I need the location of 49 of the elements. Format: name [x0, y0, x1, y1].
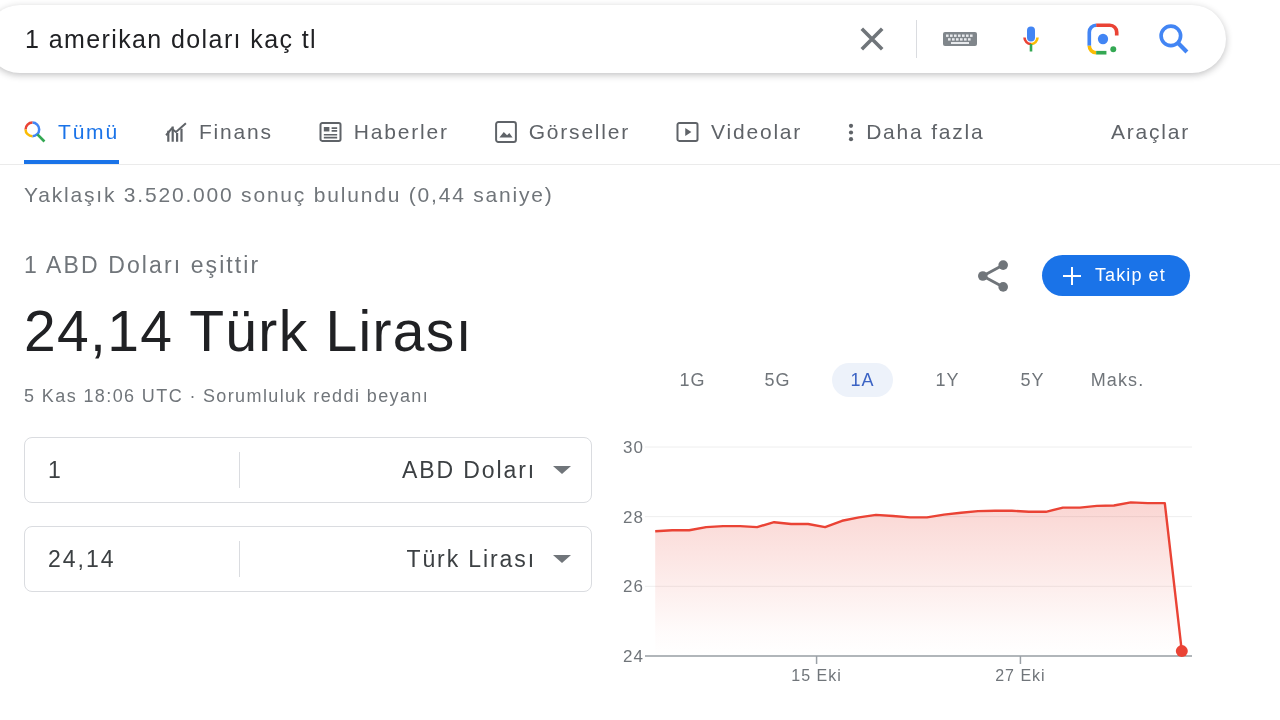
caret-icon — [553, 555, 571, 563]
nav-tab[interactable]: Haberler — [318, 100, 449, 164]
axis-label: 15 Eki — [791, 667, 842, 684]
share-icon[interactable] — [977, 259, 1009, 292]
nav-tab[interactable]: Tümü — [24, 100, 119, 164]
follow-button[interactable]: Takip et — [1042, 255, 1190, 296]
converter-panel[interactable]: 1 ABD Doları — [24, 437, 592, 503]
amount-input[interactable]: 24,14 — [25, 527, 239, 591]
camera-icon[interactable] — [1087, 23, 1119, 55]
clear-icon[interactable] — [860, 27, 884, 51]
more-icon — [848, 122, 855, 142]
range-tab[interactable]: 5Y — [1002, 363, 1063, 397]
microphone-icon[interactable] — [1023, 26, 1039, 52]
nav-tab[interactable]: Daha fazla — [848, 100, 985, 164]
timestamp-text: 5 Kas 18:06 UTC · — [24, 385, 197, 407]
search-icon — [24, 121, 46, 143]
newspaper-icon — [318, 122, 342, 142]
axis-label: 30 — [623, 438, 644, 457]
keyboard-icon[interactable] — [943, 32, 977, 46]
nav-tab[interactable]: Videolar — [676, 100, 803, 164]
conversion-caption: 1 ABD Doları eşittir — [24, 251, 261, 279]
nav-tab[interactable]: Finans — [164, 100, 273, 164]
chart-icon — [164, 121, 187, 143]
plus-icon — [1063, 266, 1081, 285]
axis-label: 26 — [623, 577, 644, 597]
axis-label: 27 Eki — [995, 667, 1046, 684]
range-tab[interactable]: Maks. — [1087, 363, 1148, 397]
nav-tab[interactable]: Görseller — [494, 100, 631, 164]
range-tab[interactable]: 1G — [662, 363, 723, 397]
axis-label: 24 — [623, 647, 644, 666]
search-input[interactable]: 1 amerikan doları kaç tl — [25, 19, 844, 59]
result-stats: Yaklaşık 3.520.000 sonuç bulundu (0,44 saniye) — [24, 183, 554, 207]
caret-icon — [553, 466, 571, 474]
image-icon — [494, 121, 517, 143]
range-tab[interactable]: 1A — [832, 363, 893, 397]
tools-button[interactable]: Araçlar — [1110, 100, 1190, 164]
currency-select[interactable]: ABD Doları — [240, 438, 591, 502]
converter-panel[interactable]: 24,14 Türk Lirası — [24, 526, 592, 592]
data-point-icon — [1175, 645, 1188, 658]
search-bar[interactable]: 1 amerikan doları kaç tl — [0, 5, 1226, 73]
play-icon — [676, 122, 700, 142]
search-icon[interactable] — [1159, 24, 1189, 54]
conversion-result: 24,14 Türk Lirası — [24, 299, 473, 363]
range-tab[interactable]: 5G — [747, 363, 808, 397]
axis-label: 28 — [623, 507, 644, 527]
currency-select[interactable]: Türk Lirası — [240, 527, 591, 591]
amount-input[interactable]: 1 — [25, 438, 239, 502]
range-tab[interactable]: 1Y — [917, 363, 978, 397]
disclaimer-link[interactable]: Sorumluluk reddi beyanı — [202, 385, 430, 407]
